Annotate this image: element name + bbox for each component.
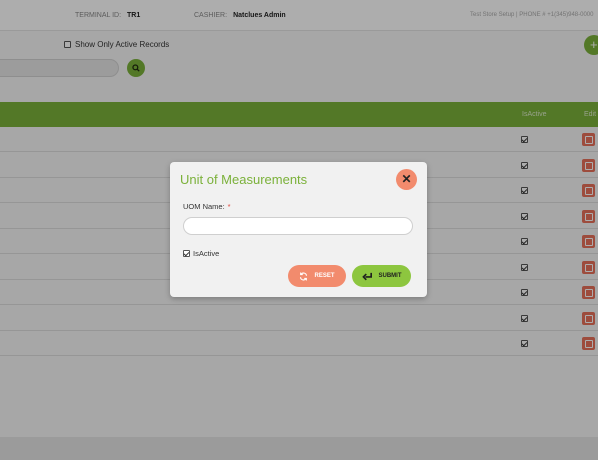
is-active-checkbox[interactable]: [183, 250, 190, 257]
submit-label: SUBMIT: [378, 273, 402, 279]
is-active-toggle[interactable]: IsActive: [183, 249, 219, 258]
reset-label: RESET: [314, 273, 335, 279]
is-active-label: IsActive: [193, 249, 220, 258]
uom-name-label-text: UOM Name:: [183, 202, 225, 211]
close-button[interactable]: ✕: [396, 169, 417, 190]
submit-button[interactable]: SUBMIT: [352, 265, 411, 287]
close-icon: ✕: [401, 172, 412, 186]
modal-title: Unit of Measurements: [180, 172, 308, 187]
required-asterisk: *: [227, 202, 231, 211]
enter-arrow-icon: [361, 272, 372, 280]
refresh-icon: [300, 271, 308, 281]
reset-button[interactable]: RESET: [288, 265, 346, 287]
uom-name-input[interactable]: [183, 217, 413, 235]
uom-name-label: UOM Name: *: [183, 202, 231, 211]
uom-modal: Unit of Measurements ✕ UOM Name: * IsActi…: [170, 162, 427, 297]
